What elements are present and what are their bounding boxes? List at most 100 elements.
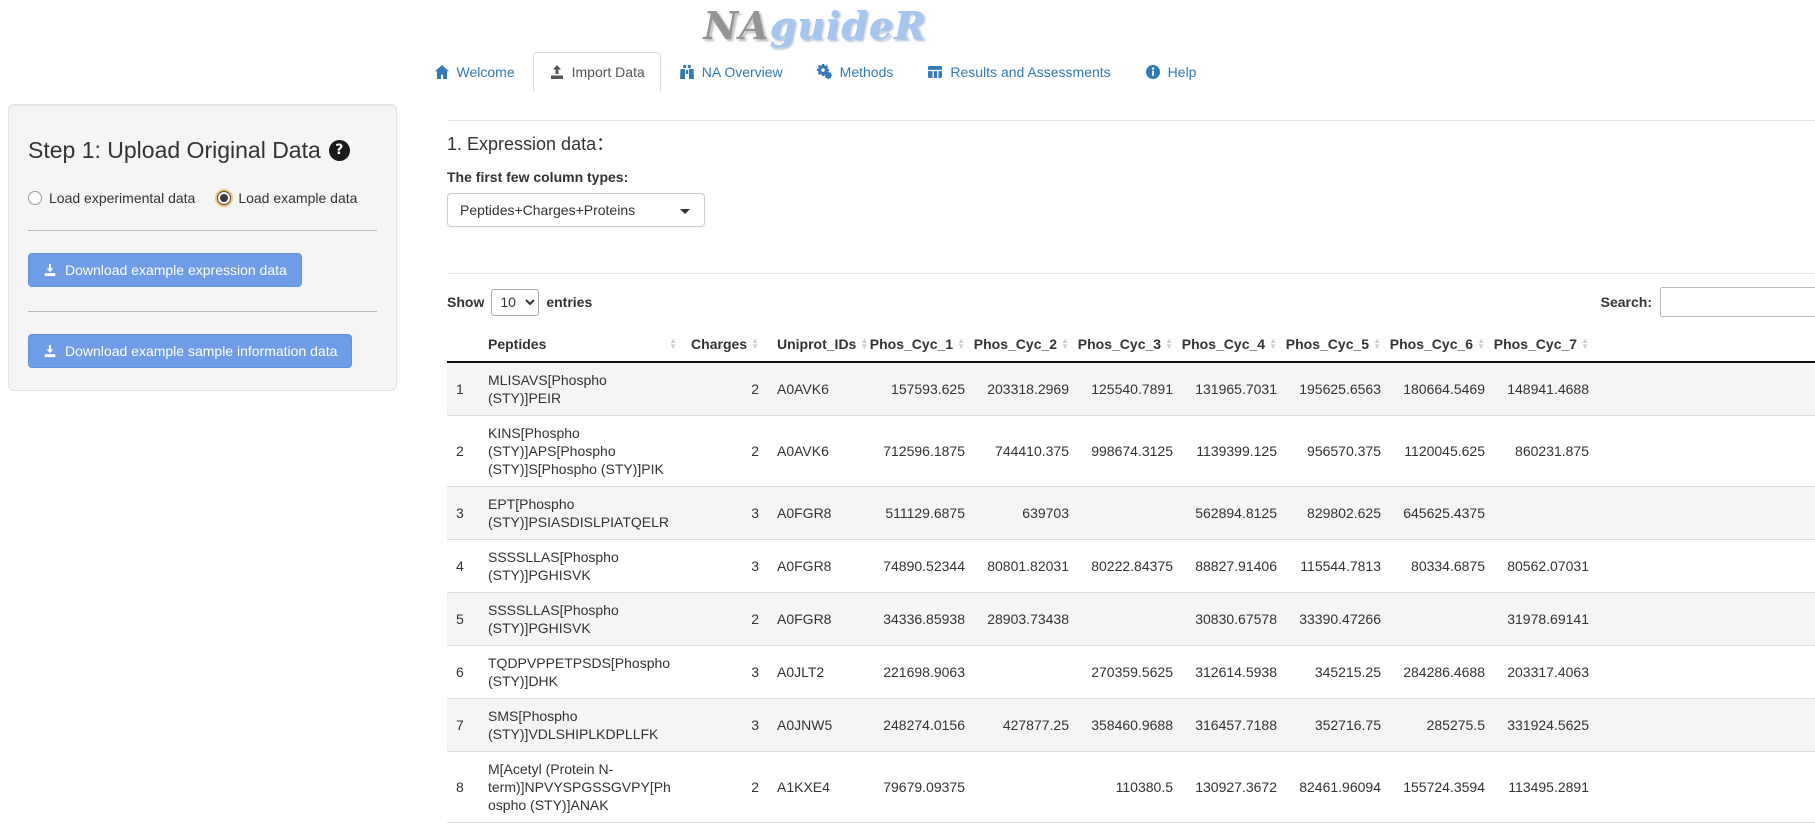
- value-cell: 80801.82031: [974, 540, 1078, 593]
- filler-cell: [1598, 540, 1815, 593]
- filler-cell: [1598, 646, 1815, 699]
- column-header-uniprot_ids[interactable]: Uniprot_IDs▲▼: [768, 327, 870, 362]
- row-number: 2: [447, 416, 479, 487]
- value-cell: [1078, 593, 1182, 646]
- value-cell: 316457.7188: [1182, 699, 1286, 752]
- app-header: NAguideR Welcome Import Data NA Overview…: [0, 0, 1630, 92]
- value-cell: 285275.5: [1390, 699, 1494, 752]
- charge-cell: 3: [686, 646, 768, 699]
- value-cell: [974, 646, 1078, 699]
- charge-cell: 3: [686, 699, 768, 752]
- download-icon: [43, 344, 57, 358]
- row-number: 4: [447, 540, 479, 593]
- question-circle-icon[interactable]: ?: [329, 140, 350, 161]
- page-length-select[interactable]: 10: [491, 289, 539, 316]
- charge-cell: 3: [686, 487, 768, 540]
- download-expression-button[interactable]: Download example expression data: [28, 253, 302, 287]
- binoculars-icon: [679, 64, 695, 80]
- value-cell: 829802.625: [1286, 487, 1390, 540]
- tab-label: Results and Assessments: [950, 62, 1110, 82]
- main-panel: 1. Expression data： The first few column…: [447, 104, 1815, 823]
- value-cell: 34336.85938: [870, 593, 974, 646]
- radio-load-example[interactable]: Load example data: [217, 190, 357, 206]
- column-header-label: Phos_Cyc_4: [1182, 336, 1265, 352]
- column-types-select[interactable]: Peptides+Charges+Proteins: [447, 193, 705, 227]
- table-row[interactable]: 4SSSSLLAS[Phospho (STY)]PGHISVK3A0FGR874…: [447, 540, 1815, 593]
- charge-cell: 2: [686, 752, 768, 823]
- page: NAguideR Welcome Import Data NA Overview…: [0, 0, 1815, 826]
- tab-label: Help: [1168, 62, 1197, 82]
- column-header-charges[interactable]: Charges▲▼: [686, 327, 768, 362]
- sort-icon: ▲▼: [860, 338, 868, 350]
- tab-welcome[interactable]: Welcome: [418, 52, 531, 92]
- home-icon: [434, 64, 450, 80]
- radio-icon: [217, 191, 231, 205]
- uniprot-cell: A0JNW5: [768, 699, 870, 752]
- tab-import-data[interactable]: Import Data: [533, 52, 661, 92]
- charge-cell: 3: [686, 540, 768, 593]
- content-row: Step 1: Upload Original Data? Load exper…: [0, 104, 1815, 823]
- value-cell: 115544.7813: [1286, 540, 1390, 593]
- column-header-phos_cyc_2[interactable]: Phos_Cyc_2 ▲▼: [974, 327, 1078, 362]
- logo-guider: guideR: [770, 3, 927, 48]
- column-header-phos_cyc_5[interactable]: Phos_Cyc_5▲▼: [1286, 327, 1390, 362]
- app-logo: NAguideR: [0, 4, 1630, 48]
- download-sample-info-button[interactable]: Download example sample information data: [28, 334, 352, 368]
- table-row[interactable]: 2KINS[Phospho (STY)]APS[Phospho (STY)]S[…: [447, 416, 1815, 487]
- value-cell: 221698.9063: [870, 646, 974, 699]
- value-cell: 312614.5938: [1182, 646, 1286, 699]
- tab-results-assessments[interactable]: Results and Assessments: [911, 52, 1126, 92]
- peptide-cell: EPT[Phospho (STY)]PSIASDISLPIATQELR: [479, 487, 686, 540]
- value-cell: 744410.375: [974, 416, 1078, 487]
- logo-na: NA: [703, 3, 769, 48]
- button-label: Download example sample information data: [65, 343, 337, 359]
- value-cell: 562894.8125: [1182, 487, 1286, 540]
- radio-label: Load example data: [238, 190, 357, 206]
- column-header-label: Peptides: [488, 336, 546, 352]
- table-row[interactable]: 7SMS[Phospho (STY)]VDLSHIPLKDPLLFK3A0JNW…: [447, 699, 1815, 752]
- column-header-label: Phos_Cyc_2: [974, 336, 1057, 352]
- value-cell: 74890.52344: [870, 540, 974, 593]
- filler-cell: [1598, 752, 1815, 823]
- value-cell: 180664.5469: [1390, 362, 1494, 416]
- value-cell: 1120045.625: [1390, 416, 1494, 487]
- search-input[interactable]: [1660, 287, 1815, 317]
- column-header-phos_cyc_7[interactable]: Phos_Cyc_7▲▼: [1494, 327, 1598, 362]
- value-cell: 130927.3672: [1182, 752, 1286, 823]
- column-header-phos_cyc_6[interactable]: Phos_Cyc_6▲▼: [1390, 327, 1494, 362]
- table-row[interactable]: 8M[Acetyl (Protein N-term)]NPVYSPGSSGVPY…: [447, 752, 1815, 823]
- chevron-down-icon: [680, 209, 690, 214]
- sort-icon: ▲▼: [1061, 338, 1069, 350]
- uniprot-cell: A1KXE4: [768, 752, 870, 823]
- row-number: 1: [447, 362, 479, 416]
- expression-data-table: Peptides▲▼Charges▲▼Uniprot_IDs▲▼Phos_Cyc…: [447, 327, 1815, 823]
- value-cell: 358460.9688: [1078, 699, 1182, 752]
- value-cell: 82461.96094: [1286, 752, 1390, 823]
- column-header-phos_cyc_4[interactable]: Phos_Cyc_4▲▼: [1182, 327, 1286, 362]
- filler-cell: [1598, 416, 1815, 487]
- table-icon: [927, 64, 943, 80]
- uniprot-cell: A0FGR8: [768, 487, 870, 540]
- tab-na-overview[interactable]: NA Overview: [663, 52, 799, 92]
- tab-help[interactable]: Help: [1129, 52, 1213, 92]
- filler-cell: [1598, 362, 1815, 416]
- tab-methods[interactable]: Methods: [801, 52, 910, 92]
- column-header-phos_cyc_3[interactable]: Phos_Cyc_3▲▼: [1078, 327, 1182, 362]
- table-row[interactable]: 3EPT[Phospho (STY)]PSIASDISLPIATQELR3A0F…: [447, 487, 1815, 540]
- value-cell: [1390, 593, 1494, 646]
- table-row[interactable]: 5SSSSLLAS[Phospho (STY)]PGHISVK2A0FGR834…: [447, 593, 1815, 646]
- table-row[interactable]: 1MLISAVS[Phospho (STY)]PEIR2A0AVK6157593…: [447, 362, 1815, 416]
- table-row[interactable]: 6TQDPVPPETPSDS[Phospho (STY)]DHK3A0JLT22…: [447, 646, 1815, 699]
- radio-load-experimental[interactable]: Load experimental data: [28, 190, 195, 206]
- info-circle-icon: [1145, 64, 1161, 80]
- tab-label: Welcome: [457, 62, 515, 82]
- column-header-phos_cyc_1[interactable]: Phos_Cyc_1▲▼: [870, 327, 974, 362]
- value-cell: 511129.6875: [870, 487, 974, 540]
- row-number: 3: [447, 487, 479, 540]
- peptide-cell: MLISAVS[Phospho (STY)]PEIR: [479, 362, 686, 416]
- filler-cell: [1598, 699, 1815, 752]
- column-header-peptides[interactable]: Peptides▲▼: [479, 327, 686, 362]
- value-cell: 155724.3594: [1390, 752, 1494, 823]
- value-cell: 31978.69141: [1494, 593, 1598, 646]
- value-cell: 195625.6563: [1286, 362, 1390, 416]
